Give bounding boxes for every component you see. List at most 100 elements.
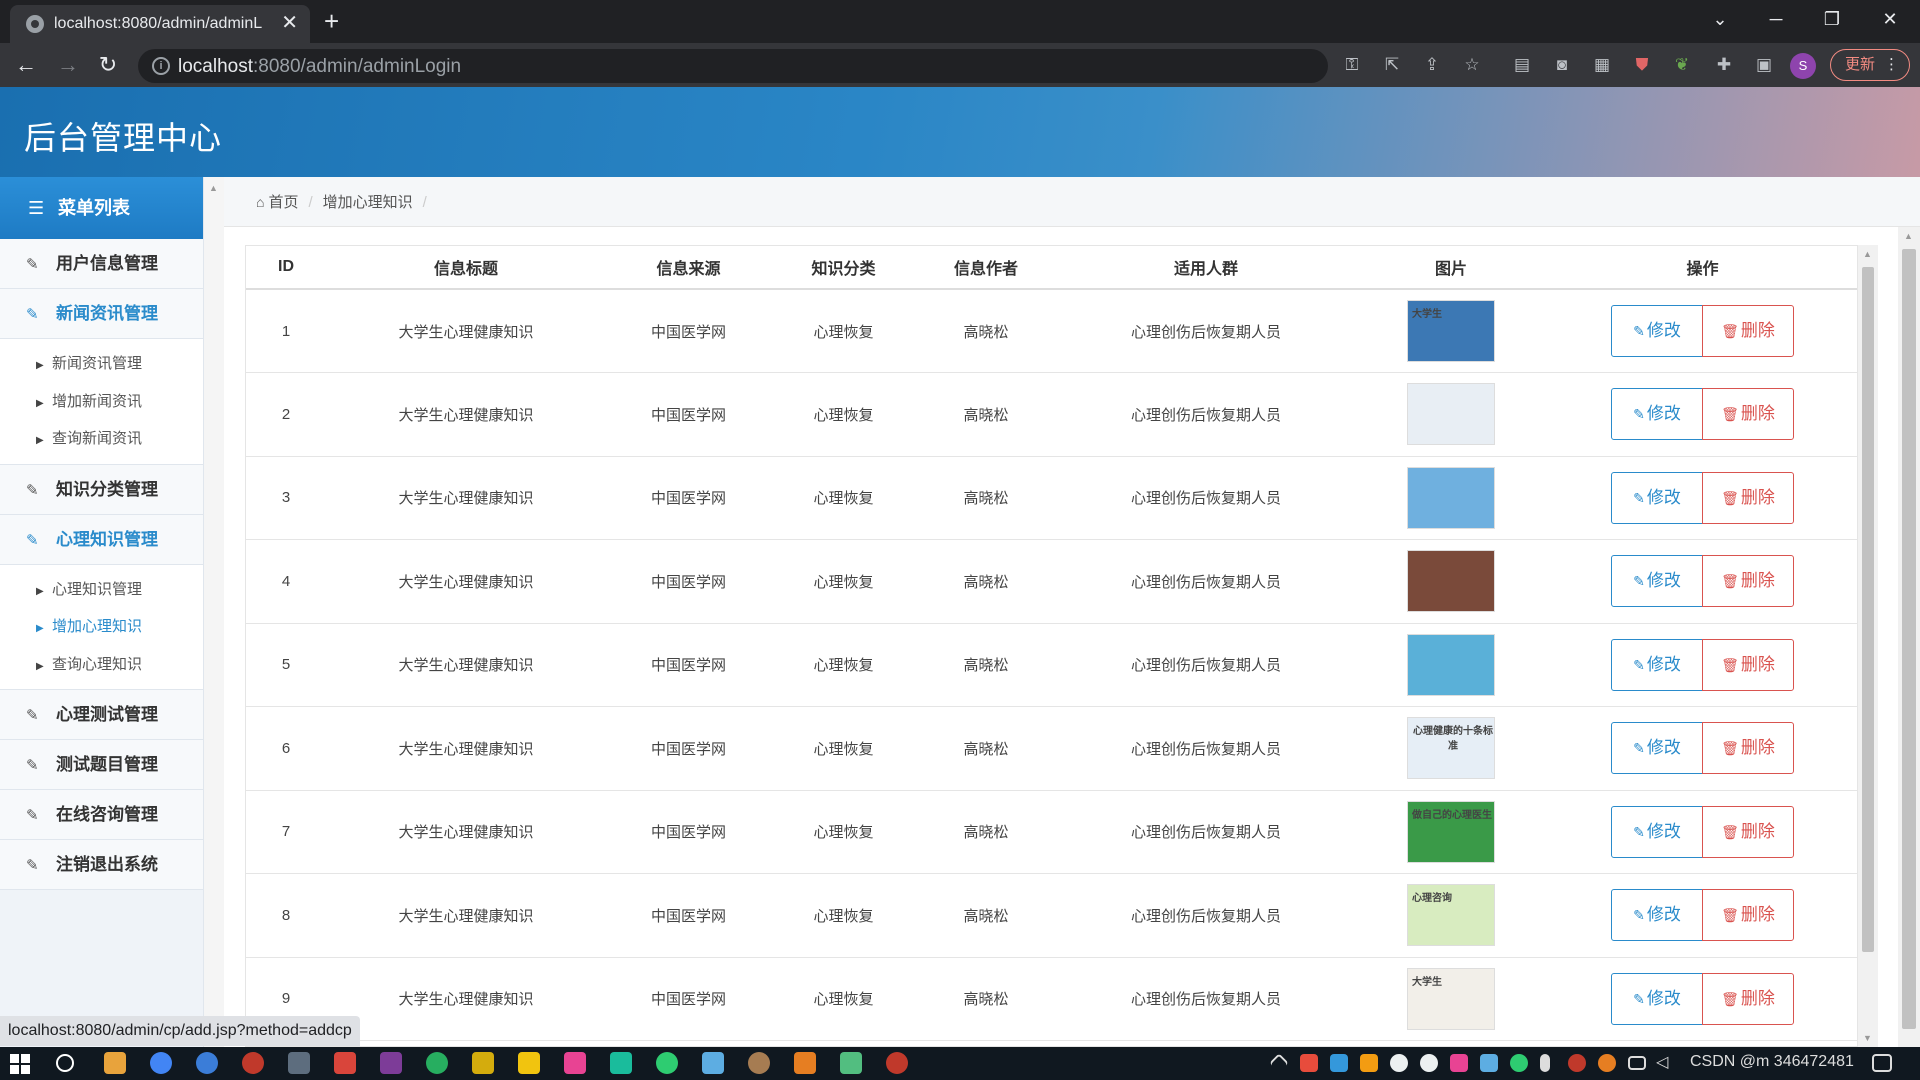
side-panel-icon[interactable]: ▣ (1754, 55, 1774, 75)
app-icon[interactable] (840, 1052, 862, 1074)
sidebar-item-test-questions[interactable]: ✎ 测试题目管理 (0, 740, 203, 790)
app-icon[interactable] (288, 1052, 310, 1074)
app-icon[interactable] (380, 1052, 402, 1074)
edit-button[interactable]: ✎ 修改 (1611, 388, 1703, 441)
tray-wechat-icon[interactable] (1510, 1054, 1528, 1072)
app-icon[interactable] (472, 1052, 494, 1074)
wechat-icon[interactable] (656, 1052, 678, 1074)
submenu-item-news-query[interactable]: ▶ 查询新闻资讯 (0, 420, 203, 458)
address-bar[interactable]: i localhost:8080/admin/adminLogin (138, 49, 1328, 83)
notification-icon[interactable] (1872, 1054, 1892, 1072)
bookmark-star-icon[interactable]: ☆ (1462, 55, 1482, 75)
tray-app-icon[interactable] (1300, 1054, 1318, 1072)
delete-button[interactable]: 🗑 删除 (1702, 889, 1794, 942)
edit-button[interactable]: ✎ 修改 (1611, 889, 1703, 942)
extensions-puzzle-icon[interactable]: ✚ (1714, 55, 1734, 75)
scroll-up-icon[interactable]: ▲ (1904, 231, 1913, 241)
tray-app-icon[interactable] (1480, 1054, 1498, 1072)
edit-button[interactable]: ✎ 修改 (1611, 305, 1703, 357)
edit-button[interactable]: ✎ 修改 (1611, 471, 1703, 524)
tray-app-icon[interactable] (1450, 1054, 1468, 1072)
submenu-item-news-manage[interactable]: ▶ 新闻资讯管理 (0, 345, 203, 383)
sidebar-item-logout[interactable]: ✎ 注销退出系统 (0, 840, 203, 890)
restore-button[interactable]: ❐ (1812, 4, 1852, 34)
volume-icon[interactable]: ◁ (1656, 1055, 1672, 1071)
edit-button[interactable]: ✎ 修改 (1611, 638, 1703, 691)
window-close-button[interactable]: ✕ (1870, 4, 1910, 34)
delete-button[interactable]: 🗑 删除 (1702, 722, 1794, 775)
folder-icon[interactable] (518, 1052, 540, 1074)
app-icon[interactable] (748, 1052, 770, 1074)
back-button[interactable]: ← (10, 49, 42, 81)
search-icon[interactable] (56, 1054, 74, 1072)
network-icon[interactable] (1628, 1056, 1646, 1070)
delete-button[interactable]: 🗑 删除 (1702, 471, 1794, 524)
share-icon[interactable]: ⇪ (1422, 55, 1442, 75)
scrollbar-thumb[interactable] (1862, 267, 1874, 952)
extension-camera-icon[interactable]: ◙ (1552, 55, 1572, 75)
sidebar-item-user-info[interactable]: ✎ 用户信息管理 (0, 239, 203, 289)
edit-button[interactable]: ✎ 修改 (1611, 805, 1703, 858)
app-icon[interactable] (610, 1052, 632, 1074)
key-icon[interactable]: ⚿ (1342, 55, 1362, 75)
scroll-up-icon[interactable]: ▲ (1863, 249, 1872, 259)
delete-button[interactable]: 🗑 删除 (1702, 972, 1794, 1025)
address-url[interactable]: localhost:8080/admin/adminLogin (178, 56, 461, 78)
sync-icon[interactable] (426, 1052, 448, 1074)
update-button[interactable]: 更新 ⋮ (1830, 49, 1910, 81)
browser-tab[interactable]: localhost:8080/admin/adminL ✕ (10, 5, 310, 43)
sidebar-item-psych-test[interactable]: ✎ 心理测试管理 (0, 690, 203, 740)
submenu-item-knowledge-manage[interactable]: ▶ 心理知识管理 (0, 571, 203, 609)
delete-button[interactable]: 🗑 删除 (1702, 805, 1794, 858)
delete-button[interactable]: 🗑 删除 (1702, 388, 1794, 441)
sidebar-scrollbar[interactable]: ▲ (204, 177, 224, 1047)
app-icon[interactable] (334, 1052, 356, 1074)
extension-leaf-icon[interactable]: ❦ (1672, 55, 1692, 75)
open-external-icon[interactable]: ⇱ (1382, 55, 1402, 75)
sidebar-item-online-consult[interactable]: ✎ 在线咨询管理 (0, 790, 203, 840)
tray-app-icon[interactable] (1598, 1054, 1616, 1072)
tray-app-icon[interactable] (1330, 1054, 1348, 1072)
app-icon[interactable] (794, 1052, 816, 1074)
reload-button[interactable]: ↻ (92, 49, 124, 81)
submenu-item-knowledge-add[interactable]: ▶ 增加心理知识 (0, 608, 203, 646)
record-icon[interactable] (242, 1052, 264, 1074)
intellij-icon[interactable] (104, 1052, 126, 1074)
tray-record-icon[interactable] (1568, 1054, 1586, 1072)
profile-avatar[interactable]: S (1790, 53, 1816, 79)
sidebar-item-category[interactable]: ✎ 知识分类管理 (0, 464, 203, 515)
edit-button[interactable]: ✎ 修改 (1611, 972, 1703, 1025)
tray-app-icon[interactable] (1420, 1054, 1438, 1072)
app-icon[interactable] (702, 1052, 724, 1074)
windows-start-icon[interactable] (10, 1054, 30, 1074)
edit-button[interactable]: ✎ 修改 (1611, 722, 1703, 775)
microphone-icon[interactable] (1540, 1054, 1550, 1072)
submenu-item-news-add[interactable]: ▶ 增加新闻资讯 (0, 383, 203, 421)
tab-search-icon[interactable]: ⌄ (1700, 4, 1740, 34)
edit-button[interactable]: ✎ 修改 (1611, 555, 1703, 608)
delete-button[interactable]: 🗑 删除 (1702, 305, 1794, 357)
extension-translate-icon[interactable]: ▤ (1512, 55, 1532, 75)
delete-button[interactable]: 🗑 删除 (1702, 555, 1794, 608)
info-icon[interactable]: i (152, 57, 170, 75)
extension-image-icon[interactable]: ▦ (1592, 55, 1612, 75)
tray-app-icon[interactable] (1360, 1054, 1378, 1072)
new-tab-button[interactable]: + (324, 6, 339, 36)
scrollbar-thumb[interactable] (1902, 249, 1916, 1029)
forward-button[interactable]: → (52, 49, 84, 81)
tray-app-icon[interactable] (1390, 1054, 1408, 1072)
delete-button[interactable]: 🗑 删除 (1702, 638, 1794, 691)
tab-close-icon[interactable]: ✕ (281, 11, 298, 35)
minimize-button[interactable]: ─ (1756, 4, 1796, 34)
breadcrumb-home[interactable]: 首页 (268, 194, 298, 211)
chrome-icon[interactable] (150, 1052, 172, 1074)
tray-expand-icon[interactable] (1269, 1053, 1289, 1073)
page-scrollbar[interactable]: ▲ (1898, 227, 1920, 1047)
table-scrollbar[interactable]: ▲ ▼ (1858, 245, 1878, 1047)
app-icon[interactable] (196, 1052, 218, 1074)
submenu-item-knowledge-query[interactable]: ▶ 查询心理知识 (0, 646, 203, 684)
record-icon[interactable] (886, 1052, 908, 1074)
extension-shield-icon[interactable]: ⛊ (1632, 55, 1652, 75)
sidebar-item-news[interactable]: ✎ 新闻资讯管理 (0, 289, 203, 339)
more-menu-icon[interactable]: ⋮ (1884, 50, 1899, 80)
